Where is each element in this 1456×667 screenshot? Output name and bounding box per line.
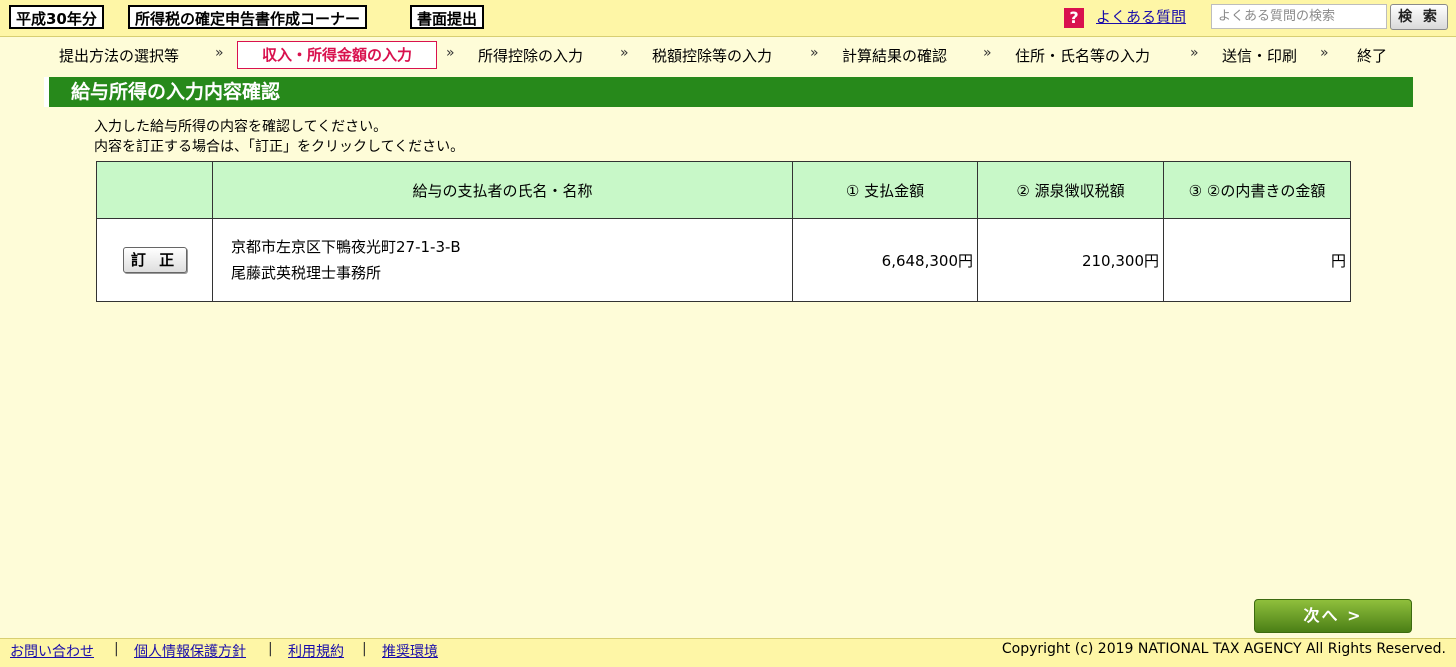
step-finish: 終了 [1357,47,1388,65]
footer-link-terms[interactable]: 利用規約 [288,641,344,661]
column-header-inner-amount: ③ ②の内書きの金額 [1163,161,1351,219]
page-title: 給与所得の入力内容確認 [44,77,1413,107]
payer-cell: 京都市左京区下鴨夜光町27-1-3-B 尾藤武英税理士事務所 [212,218,793,302]
step-navigation: 提出方法の選択等 » 収入・所得金額の入力 » 所得控除の入力 » 税額控除等の… [0,37,1456,73]
inner-amount: 円 [1163,218,1351,302]
salary-income-table: 給与の支払者の氏名・名称 ① 支払金額 ② 源泉徴収税額 ③ ②の内書きの金額 … [96,161,1351,302]
next-button[interactable]: 次へ > [1254,599,1412,633]
step-submission-method: 提出方法の選択等 [59,47,180,65]
footer-link-environment[interactable]: 推奨環境 [382,641,438,661]
footer-link-contact[interactable]: お問い合わせ [10,641,94,661]
step-address-name-input: 住所・氏名等の入力 [1015,47,1151,65]
instruction-edit: 内容を訂正する場合は、「訂正」をクリックしてください。 [94,139,465,155]
footer-separator: | [114,641,119,657]
footer: お問い合わせ | 個人情報保護方針 | 利用規約 | 推奨環境 Copyrigh… [0,638,1456,667]
payer-address: 京都市左京区下鴨夜光町27-1-3-B [231,238,461,256]
footer-link-privacy[interactable]: 個人情報保護方針 [134,641,246,661]
edit-button[interactable]: 訂 正 [122,247,187,273]
year-tag: 平成30年分 [9,5,104,29]
step-separator: » [446,45,455,61]
faq-search-input[interactable] [1211,4,1387,29]
step-separator: » [810,45,819,61]
step-income-input-current: 収入・所得金額の入力 [237,41,437,69]
faq-link[interactable]: よくある質問 [1096,6,1186,27]
submission-method-tag: 書面提出 [410,5,485,29]
step-separator: » [215,45,224,61]
column-header-payer: 給与の支払者の氏名・名称 [212,161,793,219]
step-separator: » [983,45,992,61]
payer-name: 尾藤武英税理士事務所 [231,264,382,282]
step-deduction-input: 所得控除の入力 [478,47,584,65]
step-tax-credit-input: 税額控除等の入力 [652,47,773,65]
top-header: 平成30年分 所得税の確定申告書作成コーナー 書面提出 ? よくある質問 検 索 [0,0,1456,37]
column-header-withholding: ② 源泉徴収税額 [977,161,1164,219]
column-header-edit [96,161,213,219]
corner-title-tag: 所得税の確定申告書作成コーナー [128,5,368,29]
step-separator: » [1190,45,1199,61]
step-calculation-result: 計算結果の確認 [842,47,948,65]
table-header-row: 給与の支払者の氏名・名称 ① 支払金額 ② 源泉徴収税額 ③ ②の内書きの金額 [96,161,1351,219]
footer-separator: | [268,641,273,657]
question-mark-icon[interactable]: ? [1064,8,1084,28]
search-button[interactable]: 検 索 [1390,4,1448,30]
copyright-text: Copyright (c) 2019 NATIONAL TAX AGENCY A… [1001,641,1446,657]
step-send-print: 送信・印刷 [1222,47,1298,65]
withholding-tax-amount: 210,300円 [977,218,1164,302]
column-header-payment: ① 支払金額 [792,161,978,219]
instruction-confirm: 入力した給与所得の内容を確認してください。 [94,119,388,135]
footer-separator: | [362,641,367,657]
payment-amount: 6,648,300円 [792,218,978,302]
step-separator: » [620,45,629,61]
edit-cell: 訂 正 [96,218,213,302]
table-row: 訂 正 京都市左京区下鴨夜光町27-1-3-B 尾藤武英税理士事務所 6,648… [96,218,1351,302]
step-separator: » [1320,45,1329,61]
